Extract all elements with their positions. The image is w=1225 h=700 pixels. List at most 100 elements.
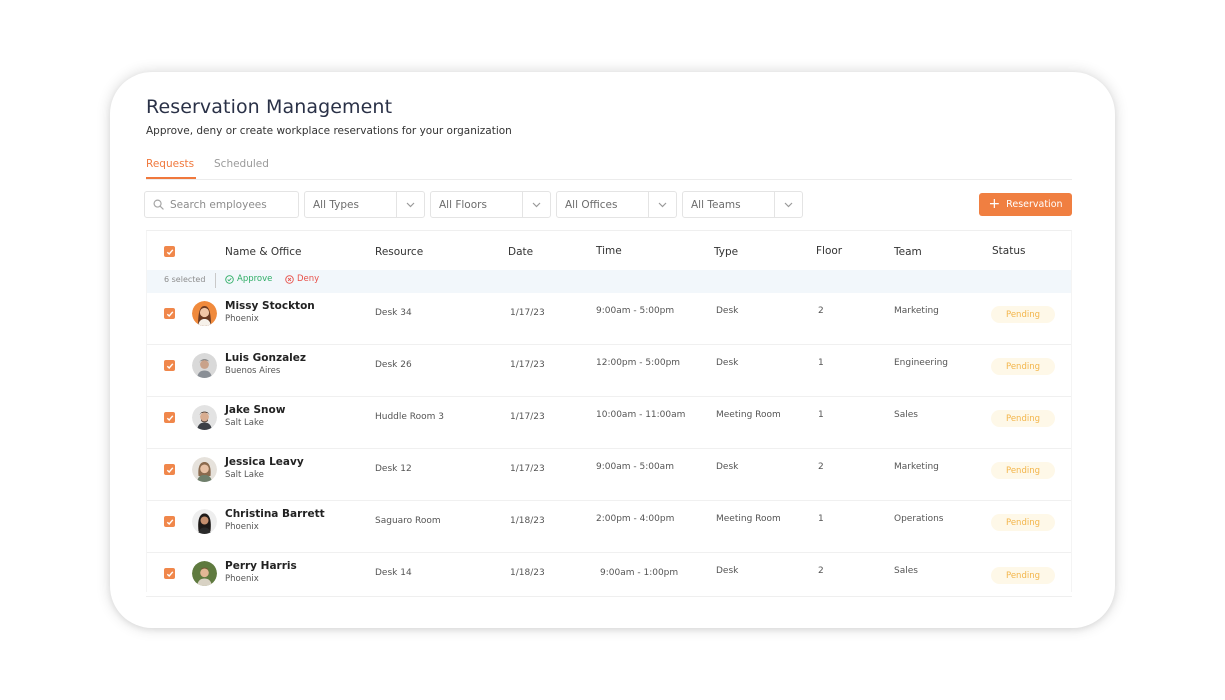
row-checkbox[interactable] bbox=[164, 412, 175, 423]
chevron-down-icon bbox=[648, 192, 676, 217]
header-time[interactable]: Time bbox=[596, 245, 622, 257]
status-badge: Pending bbox=[991, 410, 1055, 427]
team-cell: Sales bbox=[894, 410, 918, 420]
offices-filter-value: All Offices bbox=[565, 198, 618, 211]
header-date[interactable]: Date bbox=[508, 246, 533, 258]
avatar bbox=[192, 405, 217, 430]
time-cell: 9:00am - 1:00pm bbox=[600, 568, 679, 578]
row-checkbox[interactable] bbox=[164, 360, 175, 371]
resource-cell: Desk 26 bbox=[375, 360, 412, 370]
row-checkbox[interactable] bbox=[164, 568, 175, 579]
type-cell: Desk bbox=[716, 566, 739, 576]
chevron-down-icon bbox=[522, 192, 550, 217]
plus-icon: + bbox=[988, 196, 1001, 212]
header-resource[interactable]: Resource bbox=[375, 246, 423, 258]
approve-button[interactable]: Approve bbox=[225, 274, 272, 284]
time-cell: 10:00am - 11:00am bbox=[596, 410, 686, 420]
row-checkbox[interactable] bbox=[164, 308, 175, 319]
deny-label: Deny bbox=[297, 274, 320, 284]
status-badge: Pending bbox=[991, 567, 1055, 584]
check-icon bbox=[166, 518, 173, 525]
check-icon bbox=[166, 248, 173, 255]
header-team[interactable]: Team bbox=[894, 246, 922, 258]
status-badge: Pending bbox=[991, 462, 1055, 479]
row-checkbox[interactable] bbox=[164, 464, 175, 475]
header-status[interactable]: Status bbox=[992, 245, 1025, 257]
check-circle-icon bbox=[225, 274, 234, 284]
header-type[interactable]: Type bbox=[714, 246, 738, 258]
resource-cell: Desk 34 bbox=[375, 308, 412, 318]
floors-filter[interactable]: All Floors bbox=[430, 191, 551, 218]
date-cell: 1/18/23 bbox=[510, 568, 545, 578]
employee-name: Luis Gonzalez bbox=[225, 352, 307, 364]
employee-name: Jessica Leavy bbox=[225, 456, 304, 468]
chevron-down-icon bbox=[396, 192, 424, 217]
team-cell: Engineering bbox=[894, 358, 948, 368]
type-cell: Desk bbox=[716, 306, 739, 316]
date-cell: 1/17/23 bbox=[510, 360, 545, 370]
avatar bbox=[192, 353, 217, 378]
search-input[interactable] bbox=[170, 198, 290, 211]
table-header: Name & Office Resource Date Time Type Fl… bbox=[147, 231, 1071, 271]
status-badge: Pending bbox=[991, 514, 1055, 531]
floor-cell: 2 bbox=[818, 566, 824, 576]
tab-bar: Requests Scheduled bbox=[146, 155, 1072, 180]
resource-cell: Desk 14 bbox=[375, 568, 412, 578]
status-badge: Pending bbox=[991, 358, 1055, 375]
table-row[interactable]: Perry Harris Phoenix Desk 14 1/18/23 9:0… bbox=[147, 553, 1071, 592]
add-reservation-button[interactable]: + Reservation bbox=[979, 193, 1072, 216]
type-cell: Desk bbox=[716, 358, 739, 368]
floors-filter-value: All Floors bbox=[439, 198, 487, 211]
teams-filter[interactable]: All Teams bbox=[682, 191, 803, 218]
page-title: Reservation Management bbox=[146, 96, 393, 118]
employee-name: Missy Stockton bbox=[225, 300, 315, 312]
check-icon bbox=[166, 570, 173, 577]
status-badge: Pending bbox=[991, 306, 1055, 323]
teams-filter-value: All Teams bbox=[691, 198, 741, 211]
types-filter[interactable]: All Types bbox=[304, 191, 425, 218]
employee-office: Phoenix bbox=[225, 574, 259, 584]
date-cell: 1/17/23 bbox=[510, 412, 545, 422]
type-cell: Desk bbox=[716, 462, 739, 472]
selected-count: 6 selected bbox=[164, 275, 206, 284]
header-floor[interactable]: Floor bbox=[816, 245, 842, 257]
resource-cell: Huddle Room 3 bbox=[375, 412, 445, 422]
select-all-checkbox[interactable] bbox=[164, 246, 175, 257]
check-icon bbox=[166, 310, 173, 317]
table-row[interactable]: Christina Barrett Phoenix Saguaro Room 1… bbox=[147, 501, 1071, 553]
add-reservation-label: Reservation bbox=[1006, 199, 1063, 210]
search-icon bbox=[153, 195, 164, 214]
date-cell: 1/17/23 bbox=[510, 308, 545, 318]
header-name[interactable]: Name & Office bbox=[225, 246, 302, 258]
reservation-card: Reservation Management Approve, deny or … bbox=[110, 72, 1115, 628]
check-icon bbox=[166, 414, 173, 421]
type-cell: Meeting Room bbox=[716, 410, 781, 420]
date-cell: 1/18/23 bbox=[510, 516, 545, 526]
employee-office: Phoenix bbox=[225, 314, 259, 324]
tab-requests[interactable]: Requests bbox=[146, 158, 197, 179]
offices-filter[interactable]: All Offices bbox=[556, 191, 677, 218]
table-row[interactable]: Jessica Leavy Salt Lake Desk 12 1/17/23 … bbox=[147, 449, 1071, 501]
check-icon bbox=[166, 362, 173, 369]
row-checkbox[interactable] bbox=[164, 516, 175, 527]
employee-office: Phoenix bbox=[225, 522, 259, 532]
selection-divider bbox=[215, 273, 216, 288]
table-row[interactable]: Luis Gonzalez Buenos Aires Desk 26 1/17/… bbox=[147, 345, 1071, 397]
employee-office: Buenos Aires bbox=[225, 366, 281, 376]
floor-cell: 1 bbox=[818, 514, 824, 524]
team-cell: Marketing bbox=[894, 306, 939, 316]
deny-button[interactable]: Deny bbox=[285, 274, 319, 284]
search-box[interactable] bbox=[144, 191, 299, 218]
time-cell: 9:00am - 5:00pm bbox=[596, 306, 675, 316]
selection-bar: 6 selected Approve Deny bbox=[147, 270, 1071, 293]
tab-scheduled[interactable]: Scheduled bbox=[214, 158, 269, 170]
floor-cell: 1 bbox=[818, 410, 824, 420]
time-cell: 12:00pm - 5:00pm bbox=[596, 358, 681, 368]
table-row[interactable]: Jake Snow Salt Lake Huddle Room 3 1/17/2… bbox=[147, 397, 1071, 449]
floor-cell: 2 bbox=[818, 462, 824, 472]
table-bottom-divider bbox=[146, 596, 1072, 597]
table-row[interactable]: Missy Stockton Phoenix Desk 34 1/17/23 9… bbox=[147, 293, 1071, 345]
x-circle-icon bbox=[285, 274, 294, 284]
resource-cell: Saguaro Room bbox=[375, 516, 441, 526]
employee-name: Christina Barrett bbox=[225, 508, 325, 520]
